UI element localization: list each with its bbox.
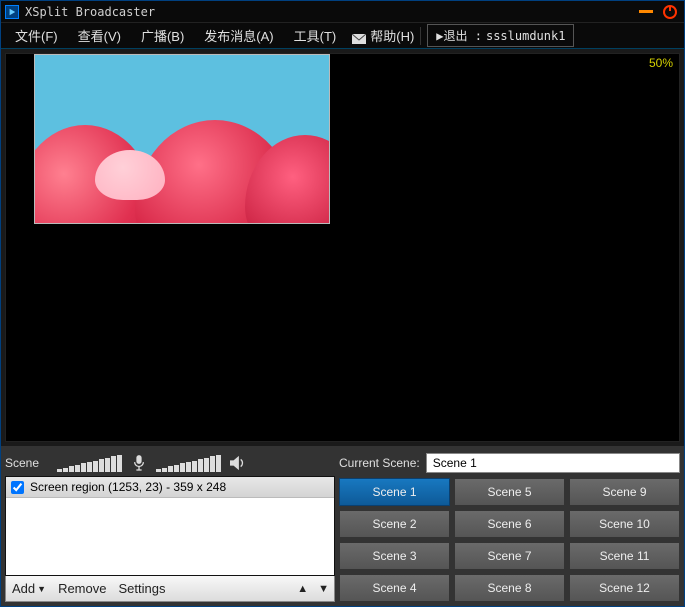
sources-panel: Scene Screen region (1253, 23) - 359 x 2… (5, 450, 335, 602)
scene-button-8[interactable]: Scene 8 (454, 574, 565, 602)
window-controls (636, 4, 680, 20)
menu-broadcast[interactable]: 广播(B) (131, 23, 194, 48)
preview-source[interactable] (34, 54, 330, 224)
scene-button-10[interactable]: Scene 10 (569, 510, 680, 538)
audio-controls-row: Scene (5, 450, 335, 476)
microphone-icon[interactable] (128, 452, 150, 474)
bottom-panel: Scene Screen region (1253, 23) - 359 x 2… (1, 446, 684, 606)
close-button[interactable] (660, 4, 680, 20)
source-visibility-checkbox[interactable] (11, 481, 24, 494)
menu-view[interactable]: 查看(V) (68, 23, 131, 48)
scene-button-11[interactable]: Scene 11 (569, 542, 680, 570)
menu-file[interactable]: 文件(F) (5, 23, 68, 48)
source-toolbar: Add▼ Remove Settings ▲ ▼ (5, 576, 335, 602)
scene-button-4[interactable]: Scene 4 (339, 574, 450, 602)
scene-button-5[interactable]: Scene 5 (454, 478, 565, 506)
move-down-button[interactable]: ▼ (313, 583, 334, 595)
scene-heading: Scene (5, 456, 51, 470)
scene-button-2[interactable]: Scene 2 (339, 510, 450, 538)
title-bar: XSplit Broadcaster (1, 1, 684, 23)
logout-button[interactable]: ▶退出 : ssslumdunk1 (427, 24, 574, 47)
source-label: Screen region (1253, 23) - 359 x 248 (30, 480, 226, 494)
menu-separator (420, 27, 421, 45)
speaker-icon[interactable] (227, 452, 249, 474)
menu-help-label: 帮助(H) (370, 26, 414, 45)
move-up-button[interactable]: ▲ (292, 583, 313, 595)
preview-area[interactable]: 50% (5, 53, 680, 442)
scene-button-3[interactable]: Scene 3 (339, 542, 450, 570)
source-item[interactable]: Screen region (1253, 23) - 359 x 248 (6, 477, 334, 498)
add-source-button[interactable]: Add▼ (6, 576, 52, 601)
scene-button-7[interactable]: Scene 7 (454, 542, 565, 570)
menu-tools[interactable]: 工具(T) (284, 23, 347, 48)
scenes-panel: Current Scene: Scene 1Scene 5Scene 9Scen… (339, 450, 680, 602)
speaker-volume-meter[interactable] (156, 454, 221, 472)
scene-button-6[interactable]: Scene 6 (454, 510, 565, 538)
menu-publish[interactable]: 发布消息(A) (194, 23, 283, 48)
scene-button-9[interactable]: Scene 9 (569, 478, 680, 506)
scene-button-12[interactable]: Scene 12 (569, 574, 680, 602)
logout-user: ssslumdunk1 (486, 29, 565, 43)
menu-bar: 文件(F) 查看(V) 广播(B) 发布消息(A) 工具(T) 帮助(H) ▶退… (1, 23, 684, 49)
scene-button-1[interactable]: Scene 1 (339, 478, 450, 506)
zoom-indicator: 50% (649, 56, 673, 70)
menu-help-group[interactable]: 帮助(H) (346, 26, 420, 45)
app-icon (5, 5, 19, 19)
scene-grid: Scene 1Scene 5Scene 9Scene 2Scene 6Scene… (339, 478, 680, 602)
current-scene-row: Current Scene: (339, 450, 680, 476)
logout-prefix: ▶退出 : (436, 27, 482, 44)
minimize-button[interactable] (636, 4, 656, 20)
source-list[interactable]: Screen region (1253, 23) - 359 x 248 (5, 476, 335, 576)
app-window: XSplit Broadcaster 文件(F) 查看(V) 广播(B) 发布消… (0, 0, 685, 607)
window-title: XSplit Broadcaster (25, 5, 636, 19)
preview-image (35, 55, 329, 223)
envelope-icon (352, 31, 366, 41)
current-scene-label: Current Scene: (339, 456, 420, 470)
mic-volume-meter[interactable] (57, 454, 122, 472)
current-scene-input[interactable] (426, 453, 680, 473)
source-settings-button[interactable]: Settings (112, 576, 171, 601)
remove-source-button[interactable]: Remove (52, 576, 112, 601)
